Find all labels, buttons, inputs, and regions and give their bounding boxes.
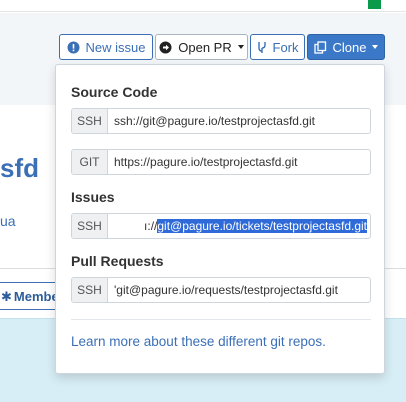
issues-heading: Issues: [71, 189, 115, 205]
pr-ssh-url-group: SSH 'git@pagure.io/requests/testprojecta…: [71, 277, 371, 303]
ssh-addon-label: SSH: [72, 214, 108, 238]
fork-icon: [257, 41, 267, 54]
learn-more-link[interactable]: Learn more about these different git rep…: [71, 334, 326, 349]
users-icon: ✱: [1, 289, 12, 304]
open-pr-label: Open PR: [178, 39, 232, 55]
project-description: ua: [0, 213, 16, 229]
fork-label: Fork: [272, 39, 299, 55]
issues-ssh-url-input[interactable]: ı://git@pagure.io/tickets/testprojectasf…: [108, 214, 370, 238]
pr-ssh-url-input[interactable]: 'git@pagure.io/requests/testprojectasfd.…: [108, 278, 370, 302]
pull-requests-heading: Pull Requests: [71, 253, 164, 269]
open-pr-button[interactable]: Open PR: [155, 34, 248, 60]
fork-button[interactable]: Fork: [250, 34, 305, 60]
user-badge-icon[interactable]: [368, 0, 381, 9]
source-git-url-group: GIT https://pagure.io/testprojectasfd.gi…: [71, 149, 371, 175]
copy-icon: [313, 40, 327, 54]
top-navbar: [0, 0, 406, 12]
menu-divider: [71, 319, 371, 320]
chevron-down-icon: [372, 45, 379, 49]
issues-url-prefix: ı://: [144, 219, 158, 233]
clone-button[interactable]: Clone: [307, 34, 385, 60]
new-issue-label: New issue: [85, 39, 146, 55]
clone-label: Clone: [332, 39, 367, 55]
issues-ssh-url-group: SSH ı://git@pagure.io/tickets/testprojec…: [71, 213, 371, 239]
source-ssh-url-input[interactable]: ssh://git@pagure.io/testprojectasfd.git: [108, 109, 370, 133]
git-addon-label: GIT: [72, 150, 108, 174]
source-git-url-input[interactable]: https://pagure.io/testprojectasfd.git: [108, 150, 370, 174]
ssh-addon-label: SSH: [72, 109, 108, 133]
arrow-circle-right-icon: [159, 41, 172, 54]
project-title[interactable]: sfd: [0, 153, 39, 184]
source-code-heading: Source Code: [71, 84, 158, 100]
exclamation-circle-icon: [67, 41, 80, 54]
members-button-label: Membe: [13, 289, 59, 304]
ssh-addon-label: SSH: [72, 278, 108, 302]
chevron-down-icon: [237, 45, 244, 49]
source-ssh-url-group: SSH ssh://git@pagure.io/testprojectasfd.…: [71, 108, 371, 134]
clone-dropdown-menu: Source Code SSH ssh://git@pagure.io/test…: [55, 64, 385, 374]
issues-url-selected-text: git@pagure.io/tickets/testprojectasfd.gi…: [157, 219, 367, 233]
new-issue-button[interactable]: New issue: [59, 34, 153, 60]
